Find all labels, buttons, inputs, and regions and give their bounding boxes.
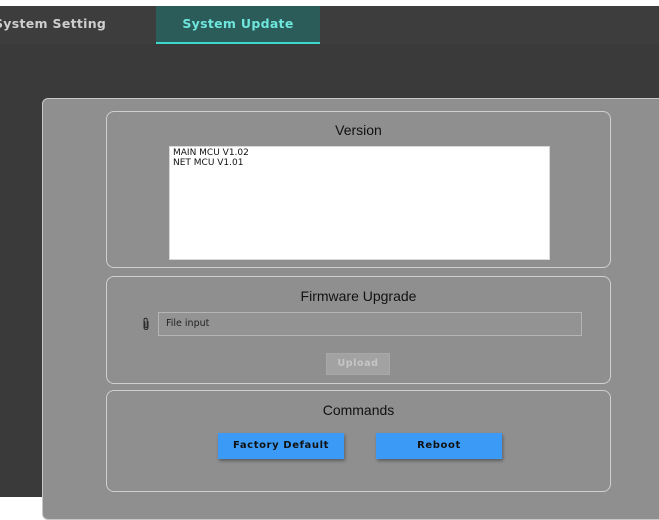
version-title: Version xyxy=(335,122,382,138)
reboot-button[interactable]: Reboot xyxy=(376,433,502,459)
paperclip-icon[interactable] xyxy=(141,317,151,331)
commands-section: Commands Factory Default Reboot xyxy=(106,390,611,492)
version-text-box: MAIN MCU V1.02 NET MCU V1.01 xyxy=(169,146,550,260)
version-line-net-mcu: NET MCU V1.01 xyxy=(173,158,244,168)
top-tab-bar: System Setting System Update xyxy=(0,6,659,44)
firmware-upgrade-title: Firmware Upgrade xyxy=(300,288,417,304)
tab-system-update[interactable]: System Update xyxy=(156,6,320,44)
factory-default-button[interactable]: Factory Default xyxy=(218,433,344,459)
version-line-main-mcu: MAIN MCU V1.02 xyxy=(173,148,249,158)
upload-button[interactable]: Upload xyxy=(326,353,390,375)
file-input[interactable]: File input xyxy=(158,312,582,336)
firmware-upgrade-section: Firmware Upgrade File input Upload xyxy=(106,276,611,384)
tab-system-setting[interactable]: System Setting xyxy=(0,6,124,44)
commands-title: Commands xyxy=(322,402,395,418)
version-section: Version MAIN MCU V1.02 NET MCU V1.01 xyxy=(106,111,611,268)
